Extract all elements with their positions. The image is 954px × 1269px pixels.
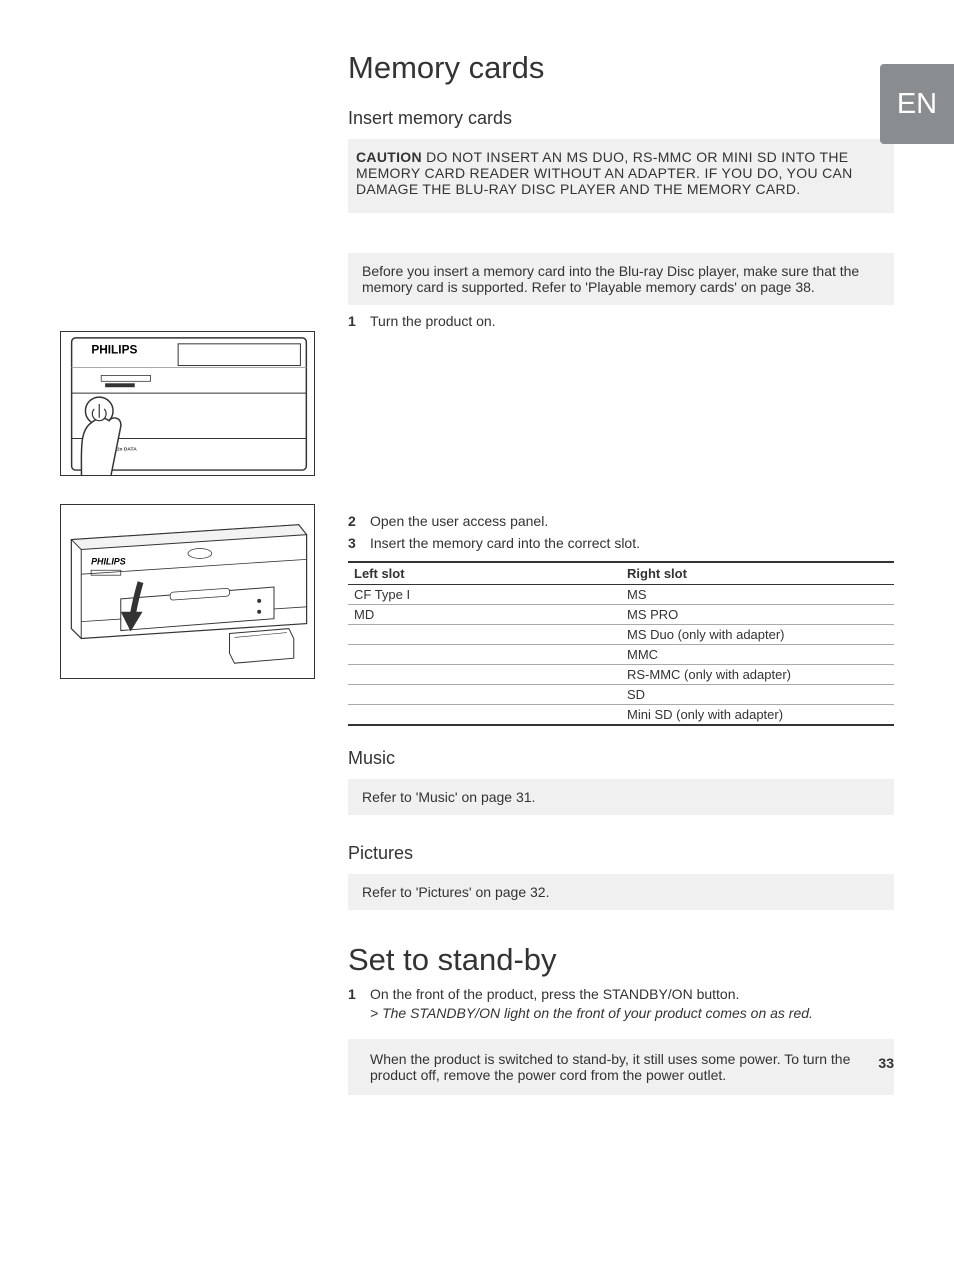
- standby-power-note: When the product is switched to stand-by…: [348, 1039, 894, 1095]
- step-number: 1: [348, 986, 370, 1002]
- step-2: 2 Open the user access panel.: [348, 513, 894, 529]
- step-text: Open the user access panel.: [370, 513, 894, 529]
- caution-box: CAUTION DO NOT INSERT AN MS DUO, RS-MMC …: [348, 139, 894, 213]
- table-row: Mini SD (only with adapter): [348, 705, 894, 726]
- heading-pictures: Pictures: [348, 843, 894, 864]
- step-text: On the front of the product, press the S…: [370, 986, 894, 1021]
- language-tag: EN: [880, 64, 954, 144]
- table-row: CF Type IMS: [348, 585, 894, 605]
- illustration-card-slot: PHILIPS: [60, 504, 315, 679]
- step-number: 2: [348, 513, 370, 529]
- slot-table: Left slot Right slot CF Type IMS MDMS PR…: [348, 561, 894, 726]
- illustration-power-on: PHILIPS 2x DATA: [60, 331, 315, 476]
- table-row: MDMS PRO: [348, 605, 894, 625]
- standby-result: The STANDBY/ON light on the front of you…: [370, 1005, 894, 1021]
- brand-text: PHILIPS: [91, 556, 126, 566]
- heading-memory-cards: Memory cards: [348, 50, 894, 86]
- music-reference: Refer to 'Music' on page 31.: [348, 779, 894, 815]
- pre-insert-note: Before you insert a memory card into the…: [348, 253, 894, 305]
- memory-card-icon: [230, 629, 294, 664]
- pictures-reference: Refer to 'Pictures' on page 32.: [348, 874, 894, 910]
- table-header-left: Left slot: [348, 562, 621, 585]
- step-number: 3: [348, 535, 370, 551]
- caution-text: DO NOT INSERT AN MS DUO, RS-MMC OR MINI …: [356, 149, 853, 197]
- table-row: MMC: [348, 645, 894, 665]
- table-row: MS Duo (only with adapter): [348, 625, 894, 645]
- table-row: RS-MMC (only with adapter): [348, 665, 894, 685]
- standby-step-1: 1 On the front of the product, press the…: [348, 986, 894, 1021]
- step-text: Turn the product on.: [370, 313, 894, 329]
- table-header-right: Right slot: [621, 562, 894, 585]
- finger-icon: [81, 397, 121, 475]
- step-3: 3 Insert the memory card into the correc…: [348, 535, 894, 551]
- svg-text:2x DATA: 2x DATA: [117, 446, 137, 452]
- heading-set-to-standby: Set to stand-by: [348, 942, 894, 978]
- step-1: 1 Turn the product on.: [348, 313, 894, 329]
- heading-music: Music: [348, 748, 894, 769]
- page-number: 33: [878, 1055, 894, 1071]
- caution-label: CAUTION: [356, 149, 422, 165]
- brand-text: PHILIPS: [91, 343, 137, 357]
- step-number: 1: [348, 313, 370, 329]
- step-text: Insert the memory card into the correct …: [370, 535, 894, 551]
- heading-insert-memory-cards: Insert memory cards: [348, 108, 894, 129]
- table-row: SD: [348, 685, 894, 705]
